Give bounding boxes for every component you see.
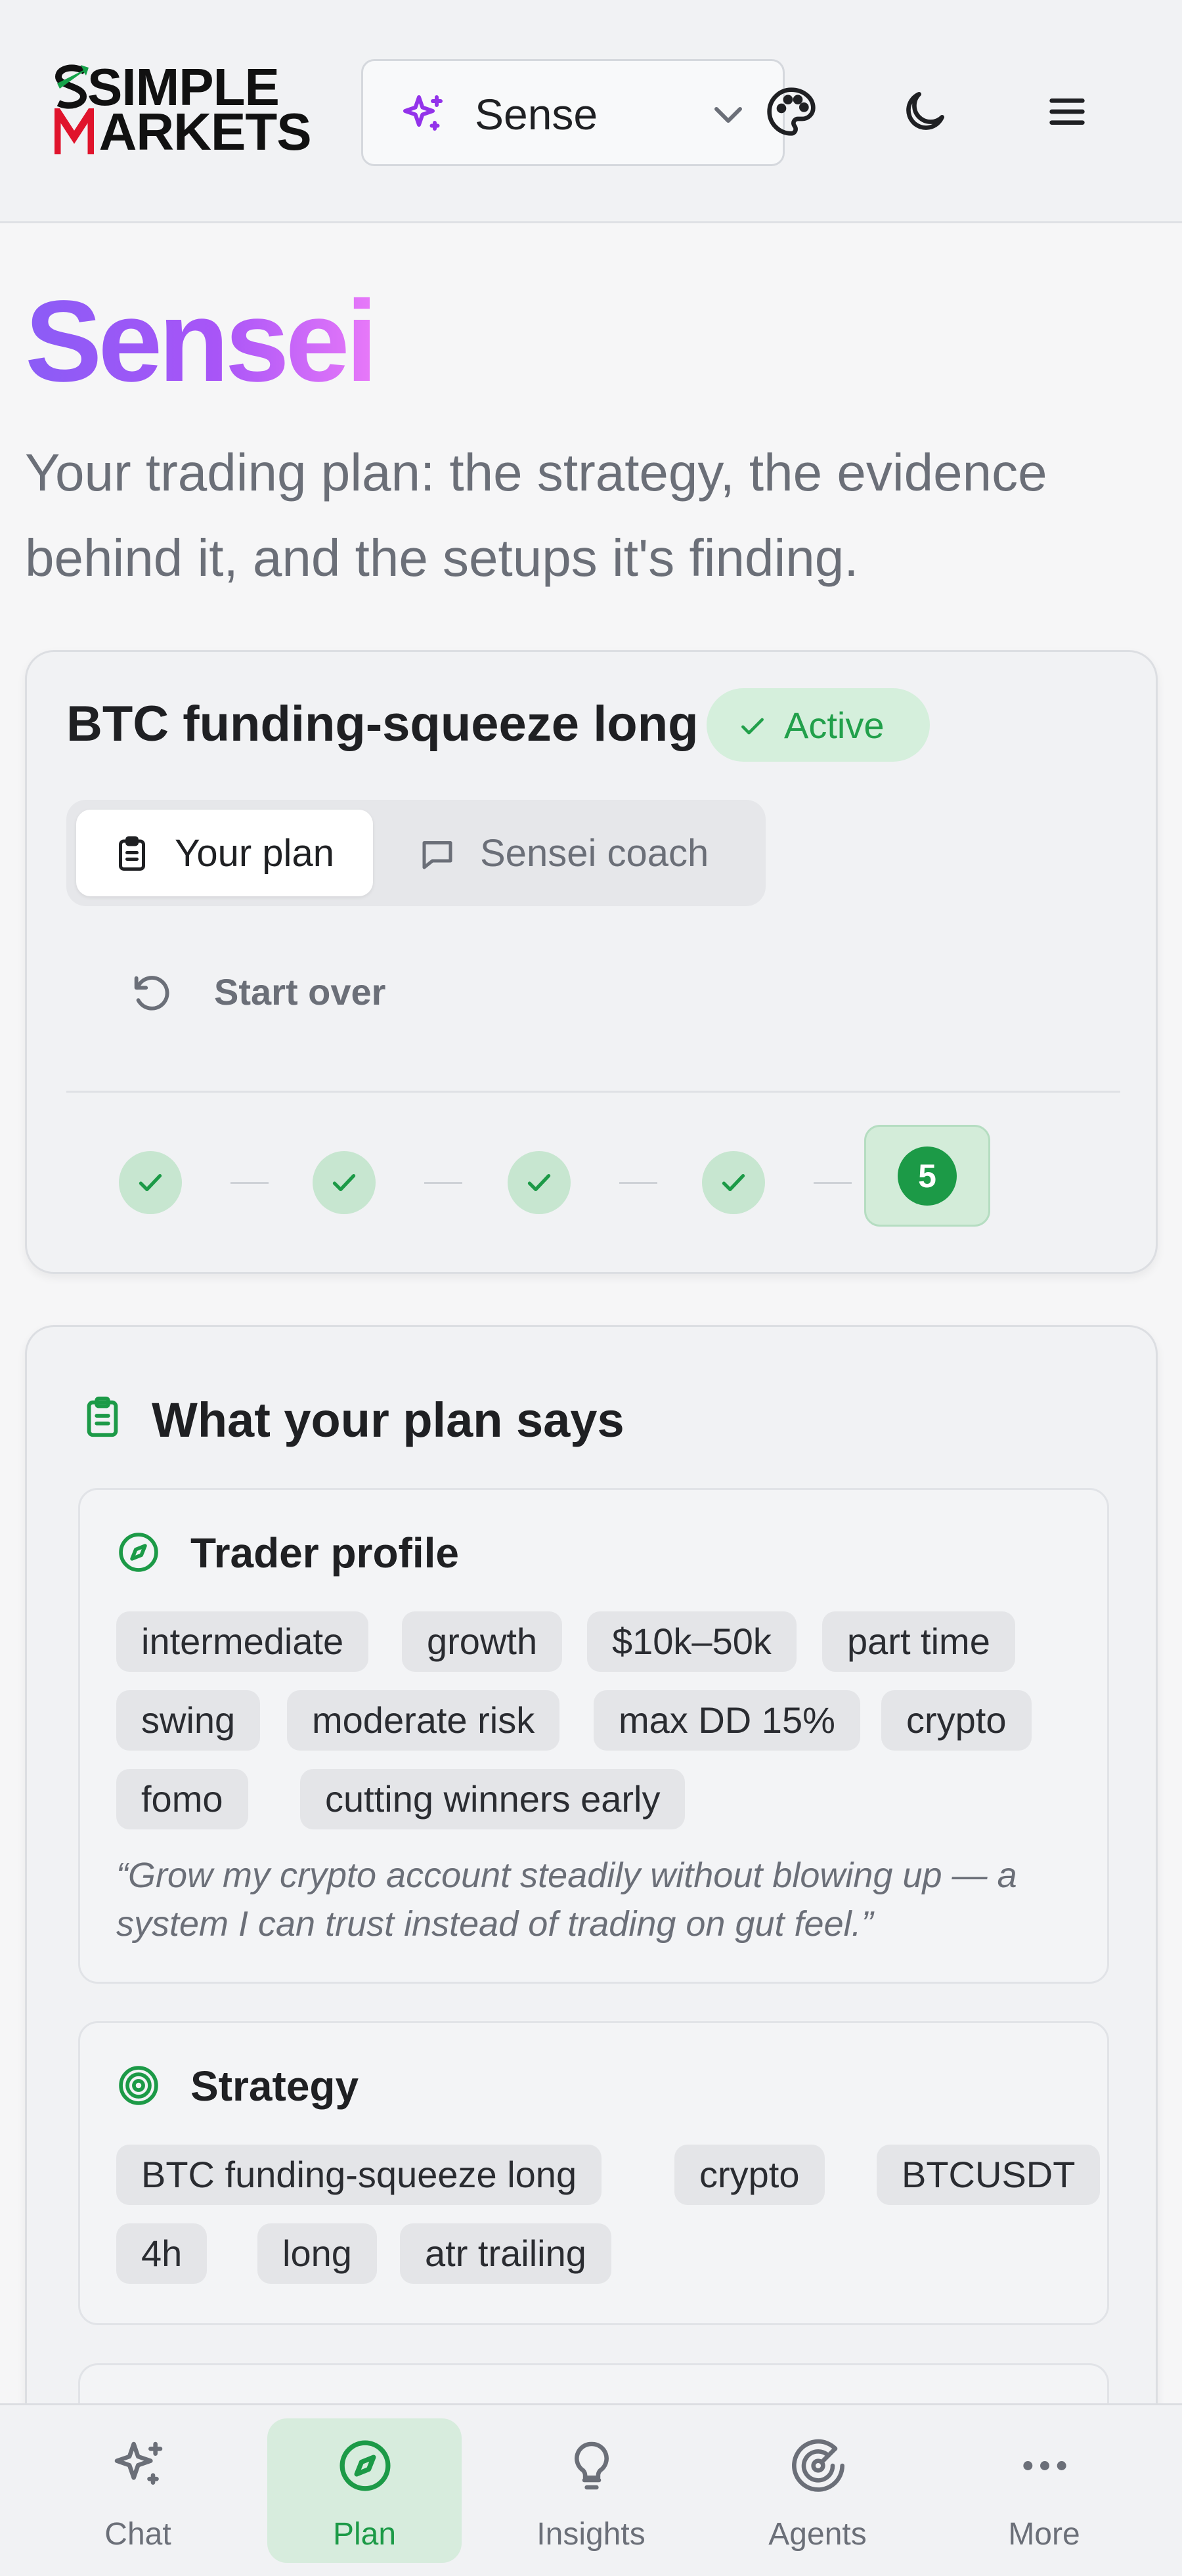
status-badge: Active: [707, 688, 930, 762]
step-2-complete[interactable]: [313, 1151, 376, 1214]
step-3-complete[interactable]: [508, 1151, 571, 1214]
tab-sensei-coach[interactable]: Sensei coach: [382, 810, 756, 896]
compass-icon: [119, 1533, 158, 1572]
logo-text-markets: MARKETS: [56, 102, 311, 161]
tab-your-plan[interactable]: Your plan: [76, 810, 373, 896]
profile-tag: growth: [402, 1611, 563, 1672]
trader-profile-section: Trader profile intermediate growth $10k–…: [78, 1488, 1109, 1984]
step-1-complete[interactable]: [119, 1151, 182, 1214]
nav-insights[interactable]: Insights: [494, 2418, 688, 2563]
palette-icon: [767, 87, 816, 136]
compass-icon: [339, 2440, 391, 2491]
step-connector: [619, 1182, 657, 1184]
trader-goal-quote: “Grow my crypto account steadily without…: [116, 1856, 1017, 1944]
step-5-number: 5: [898, 1146, 957, 1206]
nav-agents[interactable]: Agents: [720, 2418, 915, 2563]
sparkles-icon: [114, 2441, 163, 2485]
start-over-button[interactable]: Start over: [93, 951, 395, 1030]
nav-more-label: More: [1008, 2517, 1080, 2552]
strategy-tag: atr trailing: [400, 2223, 611, 2284]
nav-plan-label: Plan: [332, 2517, 397, 2552]
lightbulb-icon: [575, 2441, 609, 2490]
page-title: Sensei: [25, 277, 378, 406]
check-icon: [741, 718, 764, 735]
theme-palette-button[interactable]: [758, 79, 824, 144]
plan-name: BTC funding-squeeze long: [66, 696, 699, 752]
menu-button[interactable]: [1034, 79, 1100, 144]
step-4-complete[interactable]: [702, 1151, 765, 1214]
model-selector-label: Sense: [475, 90, 598, 139]
step-connector: [424, 1182, 462, 1184]
more-horizontal-icon: [1023, 2461, 1066, 2470]
target-icon: [119, 2066, 158, 2105]
nav-chat[interactable]: Chat: [41, 2418, 235, 2563]
dark-mode-button[interactable]: [892, 79, 957, 144]
strategy-tag: BTC funding-squeeze long: [116, 2145, 602, 2205]
rotate-ccw-icon: [134, 976, 169, 1011]
profile-tag: moderate risk: [287, 1690, 560, 1751]
profile-tag: intermediate: [116, 1611, 369, 1672]
divider: [66, 1091, 1120, 1093]
profile-tag: max DD 15%: [594, 1690, 860, 1751]
hamburger-icon: [1049, 98, 1085, 125]
logo-green-arrow-icon: [55, 64, 89, 109]
step-5-current[interactable]: 5: [864, 1125, 990, 1227]
plan-overview-card: BTC funding-squeeze long Active Your pla…: [25, 650, 1158, 1274]
model-selector-dropdown[interactable]: Sense: [361, 59, 785, 166]
trader-profile-title: Trader profile: [190, 1529, 459, 1577]
nav-chat-label: Chat: [104, 2517, 171, 2552]
clipboard-list-icon: [87, 1396, 118, 1437]
simple-markets-logo[interactable]: SIMPLE MARKETS: [55, 61, 312, 161]
status-badge-label: Active: [784, 705, 885, 746]
message-square-icon: [422, 841, 452, 869]
profile-tag: fomo: [116, 1769, 248, 1829]
profile-tag: swing: [116, 1690, 261, 1751]
progress-stepper: 5: [66, 1125, 1120, 1236]
clipboard-icon: [119, 836, 145, 871]
app-header: SIMPLE MARKETS Sense: [0, 0, 1182, 223]
plan-summary-card: What your plan says Trader profile inter…: [25, 1325, 1158, 2576]
check-icon: [139, 1173, 162, 1192]
nav-more[interactable]: More: [947, 2418, 1141, 2563]
strategy-tag: BTCUSDT: [877, 2145, 1101, 2205]
nav-plan[interactable]: Plan: [267, 2418, 462, 2563]
plan-view-tabs: Your plan Sensei coach: [66, 800, 766, 906]
start-over-label: Start over: [214, 971, 386, 1013]
check-icon: [527, 1173, 551, 1192]
chevron-down-icon: [714, 107, 742, 123]
nav-agents-label: Agents: [768, 2517, 867, 2552]
plan-summary-title: What your plan says: [152, 1393, 624, 1447]
nav-insights-label: Insights: [536, 2517, 646, 2552]
strategy-section: Strategy BTC funding-squeeze long crypto…: [78, 2021, 1109, 2325]
tab-sensei-coach-label: Sensei coach: [480, 832, 709, 875]
profile-tag: cutting winners early: [300, 1769, 686, 1829]
radar-icon: [792, 2439, 844, 2492]
profile-tag: $10k–50k: [587, 1611, 797, 1672]
step-connector: [230, 1182, 269, 1184]
moon-icon: [906, 92, 944, 130]
strategy-title: Strategy: [190, 2063, 359, 2110]
sparkles-icon: [403, 95, 443, 131]
check-icon: [722, 1173, 745, 1192]
strategy-tag: long: [257, 2223, 377, 2284]
profile-tag: part time: [822, 1611, 1015, 1672]
profile-tag: crypto: [881, 1690, 1032, 1751]
logo-red-m-icon: [55, 108, 94, 154]
page-subtitle: Your trading plan: the strategy, the evi…: [25, 443, 1047, 587]
step-connector: [814, 1182, 852, 1184]
strategy-tag: 4h: [116, 2223, 208, 2284]
tab-your-plan-label: Your plan: [175, 832, 334, 875]
bottom-navigation: Chat Plan Insights Agents More: [0, 2403, 1182, 2576]
check-icon: [332, 1173, 356, 1192]
strategy-tag: crypto: [674, 2145, 825, 2205]
logo-line-2: MARKETS: [55, 106, 311, 158]
